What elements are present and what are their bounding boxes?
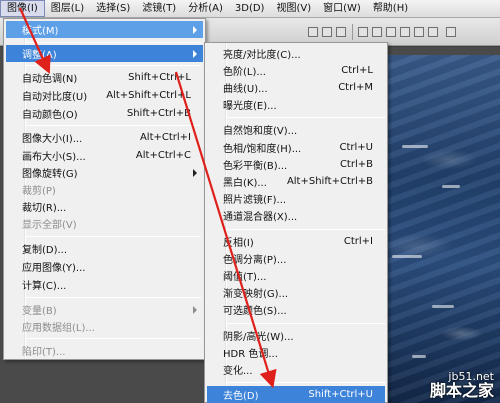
- submenu-arrow-icon: [193, 25, 197, 34]
- menu-item-curves[interactable]: 曲线(U)... Ctrl+M: [207, 79, 385, 96]
- menu-item-hdr-toning[interactable]: HDR 色调...: [207, 344, 385, 361]
- menu-item-hue-saturation[interactable]: 色相/饱和度(H)... Ctrl+U: [207, 139, 385, 156]
- menu-item-black-white[interactable]: 黑白(K)... Alt+Shift+Ctrl+B: [207, 173, 385, 190]
- menu-item-selective-color[interactable]: 可选颜色(S)...: [207, 301, 385, 318]
- distribute-top-icon[interactable]: [358, 27, 368, 37]
- menu-item-channel-mixer[interactable]: 通道混合器(X)...: [207, 207, 385, 224]
- menu-item-rotate[interactable]: 图像旋转(G): [6, 164, 203, 181]
- align-bottom-icon[interactable]: [336, 27, 346, 37]
- submenu-arrow-icon: [193, 305, 197, 314]
- menu-image[interactable]: 图像(I): [0, 0, 45, 17]
- submenu-arrow-icon: [193, 168, 197, 177]
- image-menu: 模式(M) 调整(A) 自动色调(N) Shift+Ctrl+L 自动对比度(U)…: [3, 18, 206, 360]
- menu-item-vibrance[interactable]: 自然饱和度(V)...: [207, 121, 385, 138]
- menu-item-apply-dataset[interactable]: 应用数据组(L)...: [6, 318, 203, 335]
- menu-layer[interactable]: 图层(L): [45, 0, 90, 18]
- menu-item-auto-color[interactable]: 自动颜色(O) Shift+Ctrl+B: [6, 105, 203, 122]
- menu-item-mode[interactable]: 模式(M): [6, 21, 203, 38]
- watermark-site: 脚本之家: [429, 381, 494, 400]
- menu-item-auto-tone[interactable]: 自动色调(N) Shift+Ctrl+L: [6, 69, 203, 86]
- adjustments-submenu: 亮度/对比度(C)... 色阶(L)... Ctrl+L 曲线(U)... Ctrl…: [204, 42, 388, 403]
- menu-analysis[interactable]: 分析(A): [182, 0, 229, 18]
- menu-item-color-balance[interactable]: 色彩平衡(B)... Ctrl+B: [207, 156, 385, 173]
- menu-view[interactable]: 视图(V): [270, 0, 317, 18]
- distribute-left-icon[interactable]: [400, 27, 410, 37]
- menu-item-trim[interactable]: 裁切(R)...: [6, 198, 203, 215]
- menu-item-variables[interactable]: 变量(B): [6, 301, 203, 318]
- menu-help[interactable]: 帮助(H): [367, 0, 414, 18]
- submenu-arrow-icon: [193, 49, 197, 58]
- menu-3d[interactable]: 3D(D): [229, 0, 271, 18]
- menu-item-exposure[interactable]: 曝光度(E)...: [207, 96, 385, 113]
- menu-item-desaturate[interactable]: 去色(D) Shift+Ctrl+U: [207, 386, 385, 403]
- menu-select[interactable]: 选择(S): [90, 0, 136, 18]
- menu-bar: 图像(I) 图层(L) 选择(S) 滤镜(T) 分析(A) 3D(D) 视图(V…: [0, 0, 500, 18]
- menu-item-threshold[interactable]: 阈值(T)...: [207, 267, 385, 284]
- menu-item-trap[interactable]: 陷印(T)...: [6, 342, 203, 359]
- menu-item-shadows-highlights[interactable]: 阴影/高光(W)...: [207, 327, 385, 344]
- menu-item-adjust[interactable]: 调整(A): [6, 45, 203, 62]
- menu-item-brightness-contrast[interactable]: 亮度/对比度(C)...: [207, 45, 385, 62]
- menu-item-levels[interactable]: 色阶(L)... Ctrl+L: [207, 62, 385, 79]
- align-top-icon[interactable]: [308, 27, 318, 37]
- auto-align-icon[interactable]: [446, 27, 456, 37]
- distribute-right-icon[interactable]: [428, 27, 438, 37]
- menu-item-photo-filter[interactable]: 照片滤镜(F)...: [207, 190, 385, 207]
- menu-item-calculations[interactable]: 计算(C)...: [6, 276, 203, 293]
- document-photo: [372, 55, 500, 403]
- menu-item-crop[interactable]: 裁剪(P): [6, 181, 203, 198]
- menu-item-image-size[interactable]: 图像大小(I)... Alt+Ctrl+I: [6, 129, 203, 146]
- menu-filter[interactable]: 滤镜(T): [136, 0, 182, 18]
- menu-item-variations[interactable]: 变化...: [207, 361, 385, 378]
- menu-item-apply-image[interactable]: 应用图像(Y)...: [6, 258, 203, 275]
- align-middle-icon[interactable]: [322, 27, 332, 37]
- menu-item-invert[interactable]: 反相(I) Ctrl+I: [207, 233, 385, 250]
- distribute-center-icon[interactable]: [414, 27, 424, 37]
- menu-item-posterize[interactable]: 色调分离(P)...: [207, 250, 385, 267]
- distribute-middle-icon[interactable]: [372, 27, 382, 37]
- menu-item-canvas-size[interactable]: 画布大小(S)... Alt+Ctrl+C: [6, 147, 203, 164]
- menu-item-reveal-all[interactable]: 显示全部(V): [6, 215, 203, 232]
- menu-item-gradient-map[interactable]: 渐变映射(G)...: [207, 284, 385, 301]
- distribute-bottom-icon[interactable]: [386, 27, 396, 37]
- menu-window[interactable]: 窗口(W): [317, 0, 367, 18]
- menu-item-duplicate[interactable]: 复制(D)...: [6, 240, 203, 257]
- menu-item-auto-contrast[interactable]: 自动对比度(U) Alt+Shift+Ctrl+L: [6, 87, 203, 104]
